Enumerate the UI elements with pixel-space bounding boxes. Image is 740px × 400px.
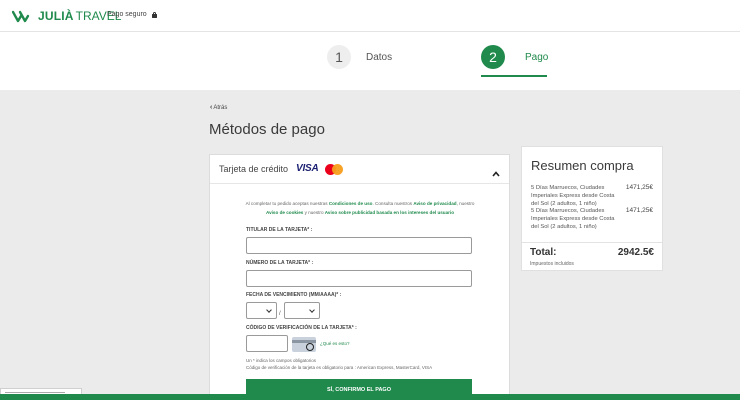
summary-item-description: 5 Días Marruecos, Ciudades Imperiales Ex… — [531, 185, 615, 207]
chevron-left-icon: ‹ — [210, 104, 213, 111]
cvv-help-link[interactable]: ¿Qué es esto? — [320, 341, 350, 346]
legal-notice: Al completar tu pedido aceptas nuestras … — [240, 199, 480, 217]
chevron-down-icon — [309, 307, 315, 313]
card-holder-input[interactable] — [246, 237, 472, 254]
ads-notice-link[interactable]: Aviso sobre publicidad basada en los int… — [325, 210, 454, 215]
bottom-bar — [0, 394, 740, 400]
secure-payment-label: Pago seguro — [107, 11, 147, 18]
page-title: Métodos de pago — [209, 121, 325, 138]
card-number-label: NÚMERO DE LA TARJETA* : — [246, 260, 314, 266]
order-summary: Resumen compra 5 Días Marruecos, Ciudade… — [521, 146, 663, 271]
logo-brand-text: JULIÀ — [38, 9, 74, 23]
back-link[interactable]: ‹Atrás — [210, 104, 227, 111]
privacy-notice-link[interactable]: Aviso de privacidad — [413, 201, 456, 206]
julia-travel-logo[interactable]: JULIÀ TRAVEL — [12, 9, 121, 23]
total-value: 2942.5€ — [617, 247, 654, 258]
chevron-down-icon — [266, 307, 272, 313]
expiry-year-select[interactable] — [284, 302, 320, 319]
required-fields-note: Un * indica los campos obligatorios — [246, 358, 317, 363]
logo-mark-icon — [12, 10, 36, 23]
cvv-required-note: Código de verificación de la tarjeta es … — [246, 365, 433, 370]
summary-title: Resumen compra — [531, 158, 634, 173]
legal-text-4: y nuestro — [303, 210, 325, 215]
visa-logo-icon: VISA — [296, 163, 319, 174]
card-number-input[interactable] — [246, 270, 472, 287]
checkout-steps: 1 Datos 2 Pago — [0, 32, 740, 90]
step-2-label: Pago — [525, 52, 549, 63]
taxes-included-label: Impuestos incluidos — [530, 261, 574, 267]
expiry-date-label: FECHA DE VENCIMIENTO (MM/AAAA)* : — [246, 292, 342, 298]
payment-method-card: Tarjeta de crédito VISA Al completar tu … — [209, 154, 510, 400]
step-1-label[interactable]: Datos — [366, 52, 392, 63]
top-bar: JULIÀ TRAVEL Pago seguro — [0, 0, 740, 32]
credit-card-method-label: Tarjeta de crédito — [219, 164, 289, 174]
total-label: Total: — [530, 247, 557, 258]
summary-divider — [522, 242, 662, 243]
lock-icon — [151, 11, 157, 18]
payment-method-header[interactable]: Tarjeta de crédito VISA — [210, 155, 509, 184]
terms-of-use-link[interactable]: Condiciones de uso — [329, 201, 373, 206]
step-1-number[interactable]: 1 — [327, 45, 351, 69]
summary-item-price: 1471,25€ — [625, 207, 653, 214]
mastercard-logo-icon — [324, 163, 344, 176]
chevron-up-icon[interactable] — [492, 165, 500, 177]
summary-item-description: 5 Días Marruecos, Ciudades Imperiales Ex… — [531, 208, 615, 230]
cookies-notice-link[interactable]: Aviso de cookies — [266, 210, 303, 215]
cvv-card-icon — [292, 337, 316, 352]
legal-text-2: . Consulta nuestros — [372, 201, 414, 206]
active-step-underline — [481, 75, 547, 77]
card-holder-label: TITULAR DE LA TARJETA* : — [246, 227, 313, 233]
cvv-input[interactable] — [246, 335, 288, 352]
secure-payment-indicator: Pago seguro — [107, 11, 157, 18]
expiry-month-select[interactable] — [246, 302, 277, 319]
expiry-separator: / — [279, 311, 281, 317]
cvv-label: CÓDIGO DE VERIFICACIÓN DE LA TARJETA* : — [246, 325, 357, 331]
legal-text-1: Al completar tu pedido aceptas nuestras — [245, 201, 329, 206]
form-notes: Un * indica los campos obligatorios Códi… — [246, 357, 432, 371]
legal-text-3: , nuestro — [456, 201, 475, 206]
back-link-label: Atrás — [213, 105, 228, 111]
summary-item-price: 1471,25€ — [625, 184, 653, 191]
step-2-number: 2 — [481, 45, 505, 69]
